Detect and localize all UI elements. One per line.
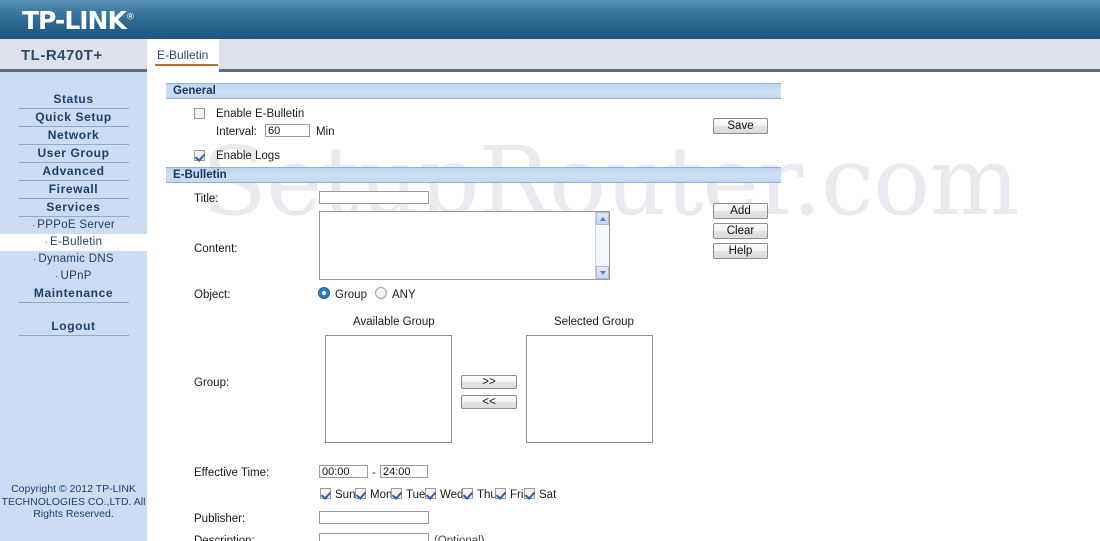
enable-logs-label: Enable Logs [216,150,280,162]
day-label-thu: Thu [477,489,497,501]
bullet-icon: · [55,271,59,281]
title-input[interactable] [319,191,429,204]
sidebar-item-firewall-label: Firewall [18,181,129,199]
group-label: Group: [194,377,230,389]
description-hint: (Optional) [434,535,485,541]
day-label-sat: Sat [539,489,557,501]
day-label-fri: Fri [510,489,524,501]
object-radio-group-label: Group [335,289,367,301]
day-label-mon: Mon [370,489,393,501]
interval-unit-label: Min [316,126,335,138]
sidebar-subitem-upnp-label: UPnP [60,270,92,283]
bullet-icon: · [31,220,36,230]
publisher-label: Publisher: [194,513,246,525]
title-label: Title: [194,193,219,205]
day-label-tue: Tue [406,489,426,501]
sidebar-item-advanced[interactable]: Advanced [0,163,147,181]
day-checkbox-fri[interactable] [495,488,506,499]
sidebar-item-user-group-label: User Group [18,145,129,163]
sidebar-item-status-label: Status [18,91,129,109]
effective-time-label: Effective Time: [194,467,270,479]
sidebar-item-maintenance[interactable]: Maintenance [0,285,147,303]
enable-ebulletin-checkbox[interactable] [194,108,205,119]
add-button[interactable]: Add [713,203,768,219]
tp-link-logo: TP-LINK® [22,6,135,35]
logo-text: TP-LINK [22,6,127,35]
sidebar-item-firewall[interactable]: Firewall [0,181,147,199]
main-content: SetupRouter.com General Enable E-Bulleti… [147,72,1100,541]
sidebar-item-logout-label: Logout [18,318,129,336]
object-radio-any-label: ANY [392,289,416,301]
time-end-input[interactable]: 24:00 [380,465,428,478]
content-label: Content: [194,243,238,255]
object-radio-any[interactable] [375,287,387,299]
day-checkbox-sun[interactable] [320,488,331,499]
copyright-text: Copyright © 2012 TP-LINK TECHNOLOGIES CO… [1,483,146,520]
sidebar-item-user-group[interactable]: User Group [0,145,147,163]
registered-trademark-icon: ® [125,12,135,23]
sidebar-item-services[interactable]: Services [0,199,147,217]
sidebar-subitem-upnp[interactable]: · UPnP [0,268,147,285]
tab-base-cover [147,66,219,74]
clear-button[interactable]: Clear [713,223,768,239]
section-header-general: General [166,83,781,99]
day-label-wed: Wed [440,489,464,501]
object-label: Object: [194,289,231,301]
sidebar-item-services-label: Services [18,199,129,217]
interval-input[interactable]: 60 [265,124,310,137]
time-separator: - [372,467,376,479]
sidebar-item-maintenance-label: Maintenance [18,285,129,303]
content-scrollbar[interactable] [595,212,609,279]
bullet-icon: · [33,254,37,264]
day-checkbox-tue[interactable] [391,488,402,499]
sidebar-item-logout[interactable]: Logout [0,318,147,336]
move-left-button[interactable]: << [461,395,517,409]
sidebar-subitem-dynamic-dns-label: Dynamic DNS [38,253,114,266]
selected-group-listbox[interactable] [526,335,653,443]
scroll-up-icon[interactable] [596,212,609,225]
header-banner [0,0,1100,39]
publisher-input[interactable] [319,511,429,524]
available-group-listbox[interactable] [325,335,452,443]
router-admin-page: TP-LINK® TL-R470T+ E-Bulletin Status Qui… [0,0,1100,541]
sidebar-subitem-pppoe-server[interactable]: · PPPoE Server [0,217,147,234]
help-button[interactable]: Help [713,243,768,259]
save-button[interactable]: Save [713,118,768,134]
selected-group-label: Selected Group [554,316,634,328]
interval-label: Interval: [216,126,257,138]
time-start-input[interactable]: 00:00 [319,465,368,478]
sidebar-item-status[interactable]: Status [0,91,147,109]
day-checkbox-mon[interactable] [355,488,366,499]
section-header-ebulletin: E-Bulletin [166,167,781,183]
description-label: Description: [194,535,255,541]
day-checkbox-thu[interactable] [462,488,473,499]
sidebar-subitem-dynamic-dns[interactable]: · Dynamic DNS [0,251,147,268]
model-number: TL-R470T+ [21,47,103,64]
available-group-label: Available Group [353,316,435,328]
description-input[interactable] [319,533,429,541]
sidebar-item-network[interactable]: Network [0,127,147,145]
tab-e-bulletin-label: E-Bulletin [157,48,209,62]
sidebar-item-quick-setup[interactable]: Quick Setup [0,109,147,127]
day-label-sun: Sun [335,489,356,501]
sidebar-subitem-e-bulletin[interactable]: · E-Bulletin [0,234,147,251]
sidebar-nav: Status Quick Setup Network User Group Ad… [0,91,147,336]
enable-logs-checkbox[interactable] [194,150,205,161]
content-textarea[interactable] [319,211,610,280]
bullet-icon: · [44,237,49,247]
scroll-down-icon[interactable] [596,266,609,279]
sidebar-item-network-label: Network [18,127,129,145]
sidebar-subitem-e-bulletin-label: E-Bulletin [50,236,103,249]
sidebar-subitem-pppoe-server-label: PPPoE Server [37,219,116,232]
enable-ebulletin-label: Enable E-Bulletin [216,108,305,120]
move-right-button[interactable]: >> [461,375,517,389]
sidebar-item-quick-setup-label: Quick Setup [18,109,129,127]
day-checkbox-wed[interactable] [425,488,436,499]
object-radio-group[interactable] [318,287,330,299]
day-checkbox-sat[interactable] [524,488,535,499]
sidebar-item-advanced-label: Advanced [18,163,129,181]
